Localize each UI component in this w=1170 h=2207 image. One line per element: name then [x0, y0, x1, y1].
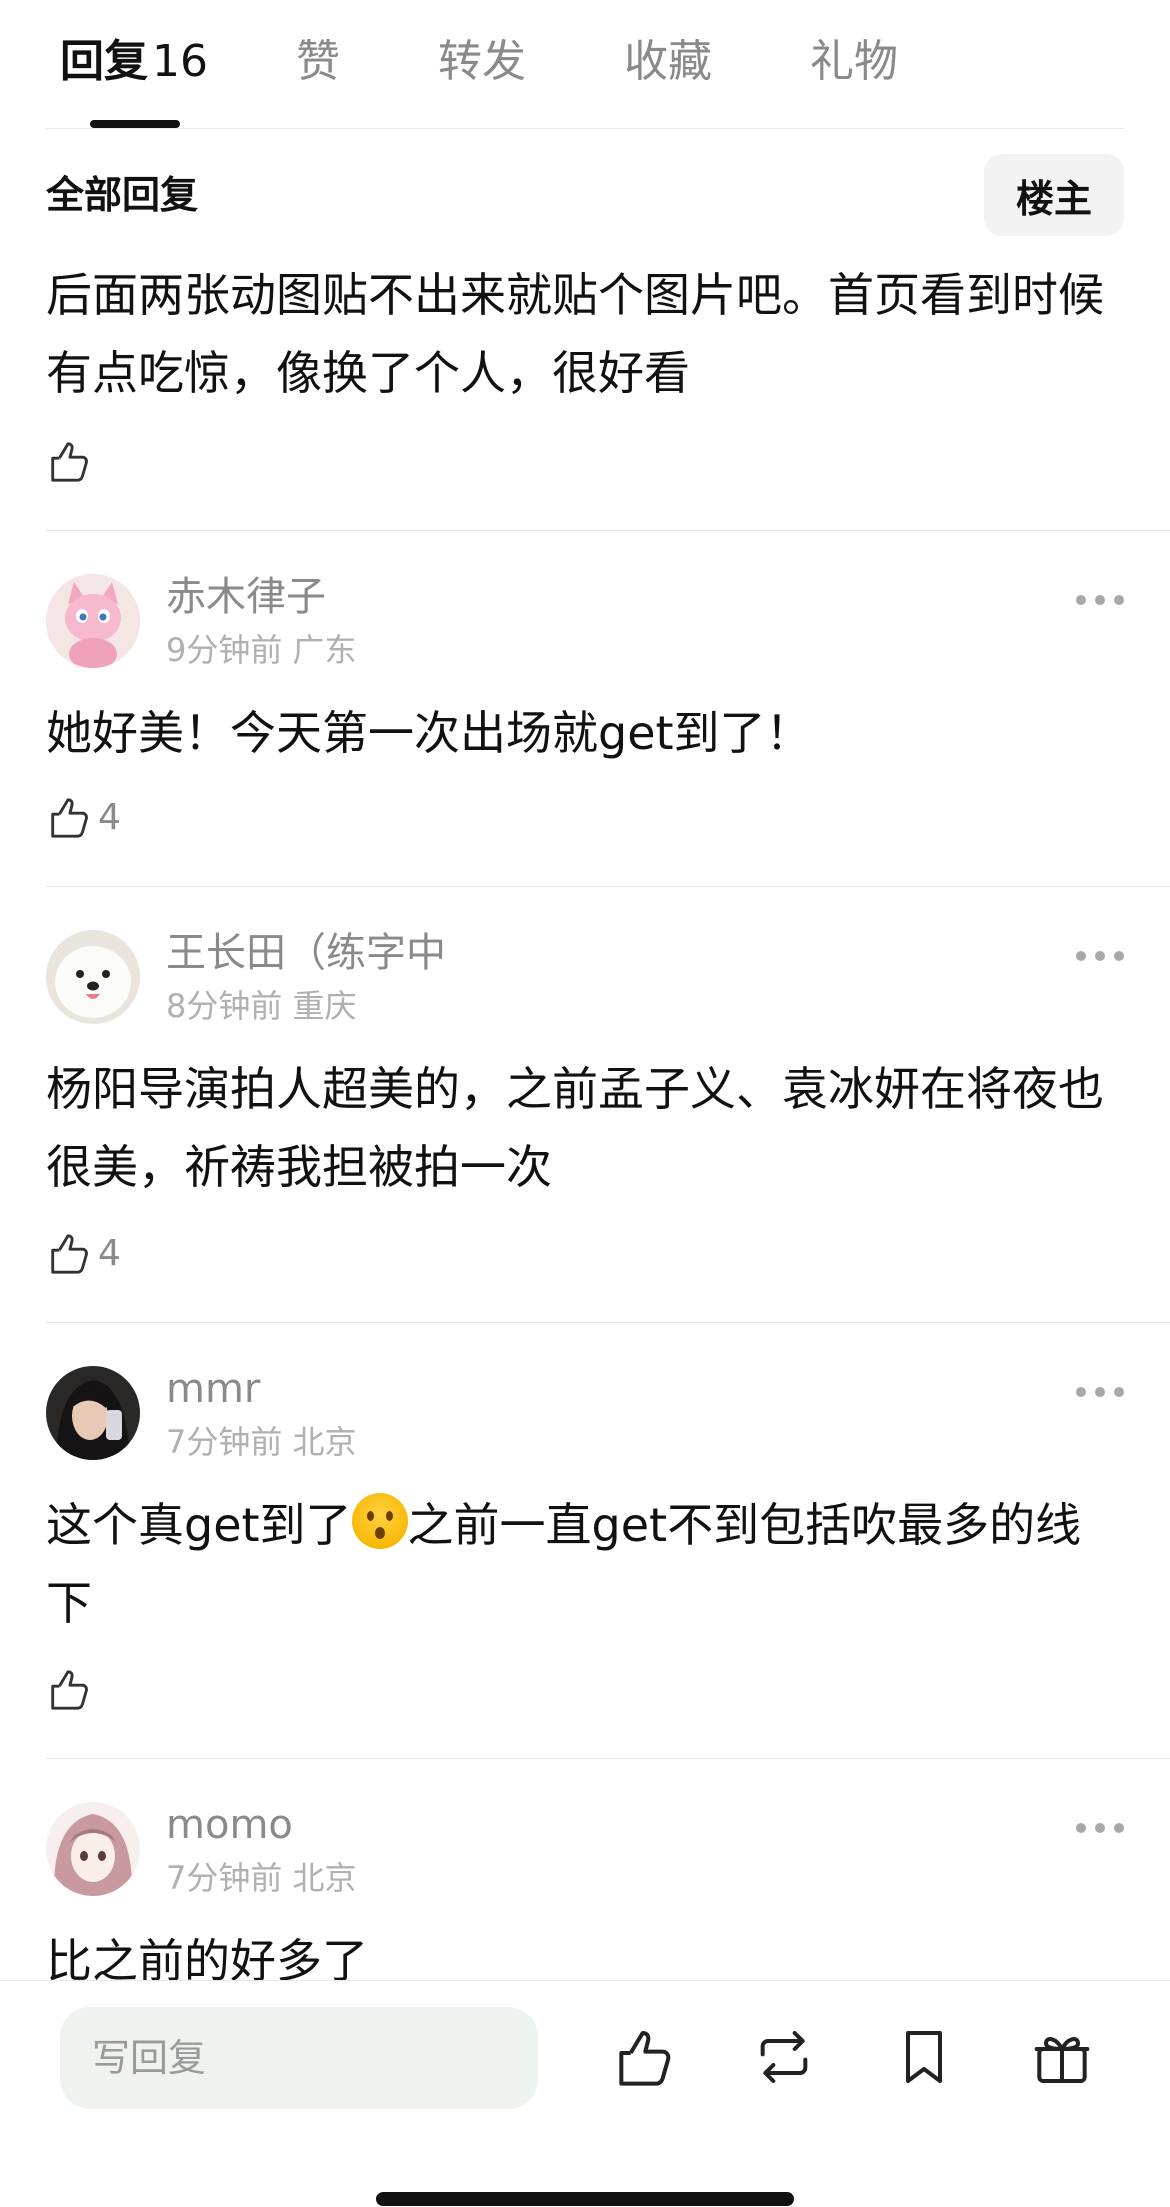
avatar[interactable] [46, 1802, 140, 1896]
home-indicator [376, 2192, 794, 2206]
comment-meta: 8分钟前 重庆 [166, 986, 357, 1026]
comment-time: 7分钟前 [166, 1423, 283, 1461]
gift-icon[interactable] [1030, 2025, 1094, 2089]
tab-gifts[interactable]: 礼物 [810, 32, 898, 92]
comment-text: 这个真get到了 之前一直get不到包括吹最多的线下 [46, 1486, 1124, 1642]
active-tab-indicator [90, 120, 180, 128]
tab-reposts[interactable]: 转发 [438, 32, 526, 92]
thumbs-up-icon[interactable] [612, 2025, 676, 2089]
like-count: 4 [98, 796, 121, 838]
bottom-action-bar [0, 1980, 1170, 2207]
comment-meta: 9分钟前 广东 [166, 630, 357, 670]
anime-girl-avatar [46, 1802, 140, 1896]
thumbs-up-icon [51, 1234, 88, 1274]
divider [46, 1322, 1170, 1323]
comment-meta: 7分钟前 北京 [166, 1858, 357, 1898]
comment-time: 7分钟前 [166, 1859, 283, 1897]
more-options-icon[interactable] [1076, 1382, 1124, 1402]
more-options-icon[interactable] [1076, 946, 1124, 966]
comment-text: 后面两张动图贴不出来就贴个图片吧。首页看到时候有点吃惊，像换了个人，很好看 [46, 268, 1104, 400]
thumbs-up-icon [51, 798, 88, 838]
like-count: 4 [98, 1232, 121, 1274]
divider [46, 128, 1124, 129]
comment-time: 8分钟前 [166, 987, 283, 1025]
username[interactable]: 赤木律子 [166, 572, 326, 622]
comment-time: 9分钟前 [166, 631, 283, 669]
all-replies-title: 全部回复 [46, 173, 199, 217]
white-dog-avatar [46, 930, 140, 1024]
comment-location: 广东 [292, 631, 357, 669]
tab-replies[interactable]: 回复16 [60, 32, 208, 92]
thumbs-up-icon [51, 442, 88, 482]
more-options-icon[interactable] [1076, 1818, 1124, 1838]
avatar[interactable] [46, 1366, 140, 1460]
comment-text: 杨阳导演拍人超美的，之前孟子义、袁冰妍在将夜也很美，祈祷我担被拍一次 [46, 1062, 1104, 1194]
owner-only-button[interactable]: 楼主 [984, 154, 1124, 236]
avatar[interactable] [46, 574, 140, 668]
comment-location: 北京 [292, 1423, 357, 1461]
avatar[interactable] [46, 930, 140, 1024]
comment-text-part: 这个真get到了 [46, 1498, 352, 1552]
tab-replies-label: 回复 [60, 36, 148, 87]
thumbs-up-icon [51, 1670, 88, 1710]
comment-location: 重庆 [292, 987, 357, 1025]
username[interactable]: mmr [166, 1364, 260, 1414]
username[interactable]: 王长田（练字中 [166, 928, 446, 978]
divider [46, 886, 1170, 887]
pink-cat-plush-avatar [46, 574, 140, 668]
comment-meta: 7分钟前 北京 [166, 1422, 357, 1462]
bookmark-icon[interactable] [892, 2025, 956, 2089]
tab-bar: 回复16 赞 转发 收藏 礼物 [0, 0, 1170, 129]
more-options-icon[interactable] [1076, 590, 1124, 610]
like-button[interactable] [46, 436, 92, 486]
comment-location: 北京 [292, 1859, 357, 1897]
like-button[interactable]: 4 [46, 792, 121, 842]
girl-selfie-avatar [46, 1366, 140, 1460]
reply-input[interactable] [60, 2007, 538, 2109]
like-button[interactable]: 4 [46, 1228, 121, 1278]
repost-icon[interactable] [752, 2025, 816, 2089]
tab-favorites[interactable]: 收藏 [624, 32, 712, 92]
tab-replies-count: 16 [152, 36, 208, 87]
username[interactable]: momo [166, 1800, 293, 1850]
divider [46, 1758, 1170, 1759]
like-button[interactable] [46, 1664, 92, 1714]
tab-likes[interactable]: 赞 [296, 32, 340, 92]
divider [46, 530, 1170, 531]
hushed-face-icon [351, 1493, 408, 1549]
comment-text: 她好美！今天第一次出场就get到了！ [46, 706, 812, 760]
